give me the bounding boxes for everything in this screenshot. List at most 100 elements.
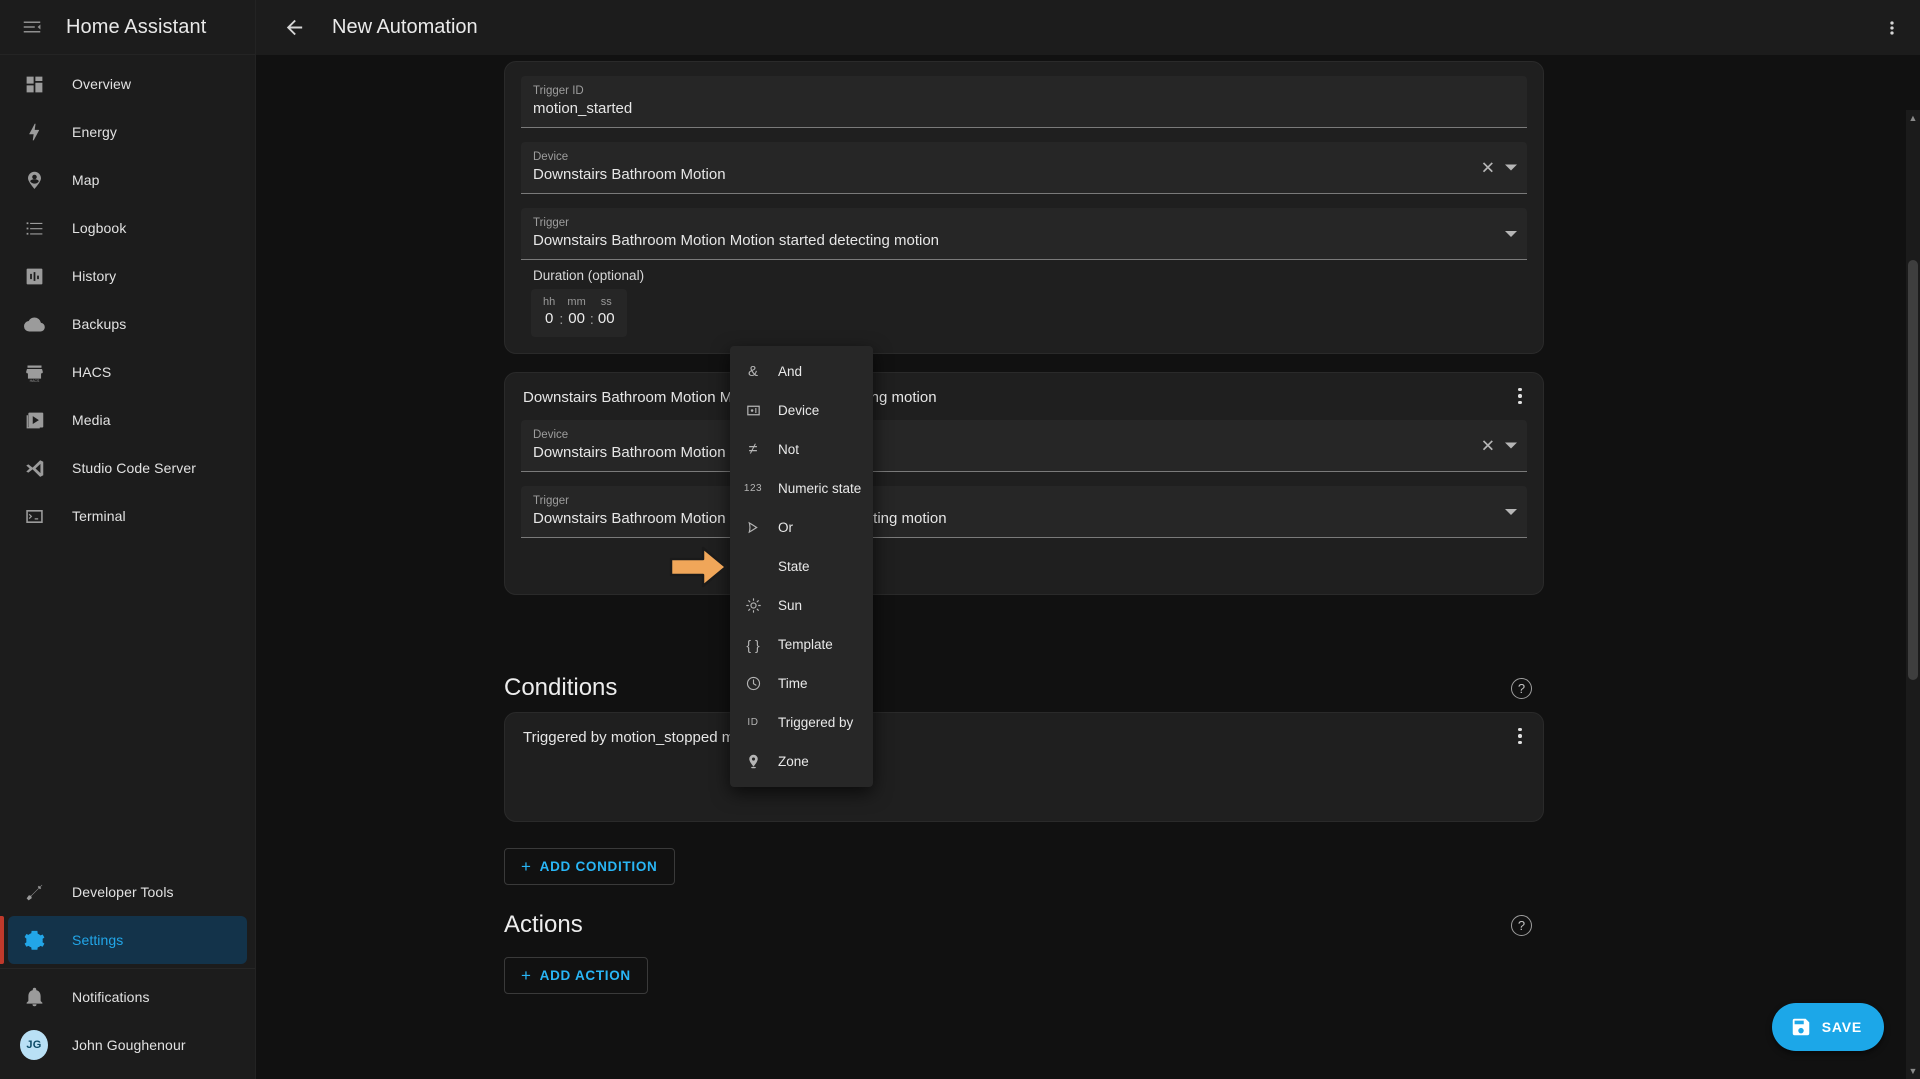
sidebar-item-user[interactable]: JG John Goughenour	[8, 1021, 247, 1069]
menu-item-template[interactable]: { } Template	[730, 625, 873, 664]
sidebar-item-history[interactable]: History	[8, 252, 247, 300]
menu-item-time[interactable]: Time	[730, 664, 873, 703]
menu-item-device[interactable]: Device	[730, 391, 873, 430]
sidebar-divider	[0, 968, 255, 969]
clear-icon[interactable]: ✕	[1481, 437, 1495, 454]
chevron-down-icon[interactable]	[1505, 442, 1517, 449]
menu-item-label: Template	[778, 637, 833, 652]
storefront-icon: HACS	[20, 362, 48, 383]
sidebar-item-label: History	[72, 268, 117, 284]
condition-card-headline: Triggered by motion_stopped matches	[523, 729, 779, 746]
menu-item-sun[interactable]: Sun	[730, 586, 873, 625]
duration-colon: :	[559, 311, 564, 328]
sidebar-collapse-button[interactable]	[14, 9, 50, 45]
sidebar-bottom-nav: Developer Tools Settings	[0, 868, 255, 964]
arrow-left-icon	[286, 19, 302, 36]
content-save-icon	[1792, 1018, 1809, 1036]
sidebar-item-terminal[interactable]: Terminal	[8, 492, 247, 540]
chart-box-icon	[20, 266, 48, 287]
sidebar-item-label: Settings	[72, 932, 124, 948]
menu-item-or[interactable]: Or	[730, 508, 873, 547]
svg-text:HACS: HACS	[29, 379, 39, 383]
duration-minutes-unit: mm	[567, 296, 586, 308]
condition-card: Triggered by motion_stopped matches	[504, 712, 1544, 822]
condition-card-overflow-button[interactable]	[1507, 723, 1533, 749]
sidebar-item-map[interactable]: Map	[8, 156, 247, 204]
back-button[interactable]	[274, 8, 314, 48]
add-action-button[interactable]: + ADD ACTION	[504, 957, 648, 994]
sidebar-item-hacs[interactable]: HACS HACS	[8, 348, 247, 396]
content: Trigger ID motion_started Device Downsta…	[256, 55, 1906, 1079]
sidebar-item-label: Logbook	[72, 220, 127, 236]
sidebar-item-studio-code-server[interactable]: Studio Code Server	[8, 444, 247, 492]
menu-item-state[interactable]: State	[669, 546, 873, 587]
scroll-up-arrow-icon[interactable]: ▲	[1906, 110, 1920, 126]
menu-item-and[interactable]: & And	[730, 352, 873, 391]
condition-type-menu[interactable]: & And Device ≠ Not 123 Numeric state Or …	[669, 346, 873, 787]
trigger-card-2-body: Device Downstairs Bathroom Motion ✕ Trig…	[505, 416, 1543, 594]
add-condition-label: ADD CONDITION	[539, 859, 658, 874]
bell-icon	[20, 987, 48, 1008]
chevron-down-icon[interactable]	[1505, 164, 1517, 171]
trigger-card-2-overflow-button[interactable]	[1507, 383, 1533, 409]
sidebar-item-settings[interactable]: Settings	[0, 916, 247, 964]
save-button[interactable]: SAVE	[1771, 1003, 1884, 1051]
menu-item-triggered-by[interactable]: ID Triggered by	[730, 703, 873, 742]
duration-label: Duration (optional)	[533, 268, 645, 283]
vscode-icon	[20, 458, 48, 479]
device-value-2: Downstairs Bathroom Motion	[533, 444, 726, 461]
menu-item-label: Or	[778, 520, 793, 535]
duration-hours[interactable]: hh 0	[543, 295, 555, 329]
overflow-menu-button[interactable]	[1872, 8, 1912, 48]
device-label-2: Device	[533, 429, 569, 441]
duration-seconds[interactable]: ss 00	[598, 295, 615, 329]
menu-collapse-icon	[23, 21, 41, 33]
scroll-down-arrow-icon[interactable]: ▼	[1906, 1063, 1920, 1079]
add-condition-button[interactable]: + ADD CONDITION	[504, 848, 675, 885]
menu-item-label: And	[778, 364, 803, 379]
actions-section-header: Actions ?	[504, 911, 1544, 939]
duration-hours-unit: hh	[543, 296, 556, 308]
plus-icon: +	[521, 966, 532, 985]
duration-picker[interactable]: hh 0 : mm 00 : ss 00	[531, 289, 627, 337]
trigger-id-value: motion_started	[533, 100, 633, 117]
device-field-2[interactable]: Device Downstairs Bathroom Motion ✕	[521, 420, 1527, 472]
content-scroll-area: Trigger ID motion_started Device Downsta…	[256, 55, 1920, 1079]
menu-item-label: State	[778, 559, 810, 574]
sidebar-item-overview[interactable]: Overview	[8, 60, 247, 108]
avatar: JG	[20, 1030, 48, 1060]
sidebar-item-developer-tools[interactable]: Developer Tools	[8, 868, 247, 916]
menu-item-numeric-state[interactable]: 123 Numeric state	[730, 469, 873, 508]
ampersand-icon: &	[747, 363, 758, 380]
trigger-field-2[interactable]: Trigger Downstairs Bathroom Motion Motio…	[521, 486, 1527, 538]
sidebar-item-notifications[interactable]: Notifications	[8, 973, 247, 1021]
sidebar-item-label: Studio Code Server	[72, 460, 196, 476]
scrollbar-thumb[interactable]	[1908, 260, 1918, 680]
actions-title: Actions	[504, 911, 583, 938]
sidebar-item-logbook[interactable]: Logbook	[8, 204, 247, 252]
logic-or-icon	[742, 519, 764, 536]
sidebar-item-energy[interactable]: Energy	[8, 108, 247, 156]
sidebar-item-media[interactable]: Media	[8, 396, 247, 444]
menu-item-zone[interactable]: Zone	[730, 742, 873, 781]
clear-icon[interactable]: ✕	[1481, 159, 1495, 176]
duration-minutes[interactable]: mm 00	[567, 295, 585, 329]
chevron-down-icon[interactable]	[1505, 230, 1517, 237]
help-circle-icon[interactable]: ?	[1511, 677, 1532, 699]
trigger-card-1: Trigger ID motion_started Device Downsta…	[504, 61, 1544, 354]
format-list-bulleted-icon	[20, 218, 48, 239]
device-field[interactable]: Device Downstairs Bathroom Motion ✕	[521, 142, 1527, 194]
duration-hours-value: 0	[544, 310, 554, 327]
vertical-scrollbar[interactable]: ▲ ▼	[1906, 110, 1920, 1079]
play-box-icon	[20, 410, 48, 431]
help-circle-icon[interactable]: ?	[1511, 914, 1532, 936]
trigger-id-field[interactable]: Trigger ID motion_started	[521, 76, 1527, 128]
sidebar-item-label: Media	[72, 412, 111, 428]
menu-item-not[interactable]: ≠ Not	[730, 430, 873, 469]
trigger-label: Trigger	[533, 217, 569, 229]
sidebar-item-backups[interactable]: Backups	[8, 300, 247, 348]
trigger-field[interactable]: Trigger Downstairs Bathroom Motion Motio…	[521, 208, 1527, 260]
chevron-down-icon[interactable]	[1505, 508, 1517, 515]
sidebar-item-label: Map	[72, 172, 100, 188]
